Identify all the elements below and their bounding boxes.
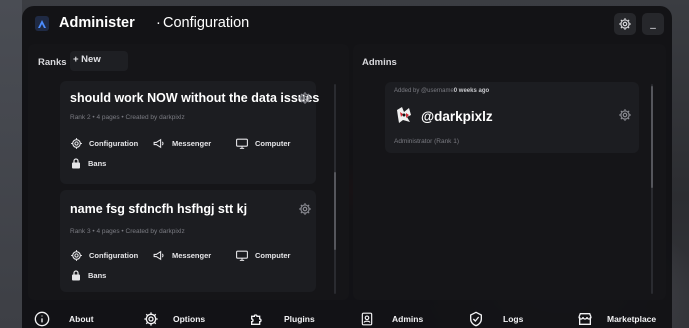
permission-label: Bans <box>88 270 107 280</box>
admin-window: Administer · Configuration _ Ranks + New… <box>22 6 672 328</box>
admin-added-by-user: Added by @username <box>394 88 454 94</box>
ranks-panel: Ranks + New should work NOW without the … <box>28 44 349 300</box>
minimize-label: _ <box>650 15 656 29</box>
admin-added-time: 0 weeks ago <box>453 88 490 94</box>
rank-settings-gear-icon[interactable] <box>298 91 312 105</box>
avatar <box>393 104 415 126</box>
permission-bans: Bans <box>70 267 106 283</box>
admin-added-by: Added by @username0 weeks ago <box>394 88 489 94</box>
permission-messenger: Messenger <box>152 135 211 151</box>
rank-card-title: should work NOW without the data issues <box>70 91 320 105</box>
permission-computer: Computer <box>235 247 290 263</box>
background-left-strip <box>0 0 22 328</box>
rank-card-meta: Rank 2 • 4 pages • Created by darkpixlz <box>70 114 185 121</box>
nav-about[interactable]: About <box>34 308 94 328</box>
lock-icon <box>72 157 80 168</box>
rank-card-meta: Rank 3 • 4 pages • Created by darkpixlz <box>70 228 185 235</box>
permission-bans: Bans <box>70 155 106 171</box>
window-subtitle: Configuration <box>163 15 250 31</box>
permission-label: Computer <box>255 138 291 148</box>
nav-marketplace[interactable]: Marketplace <box>577 308 656 328</box>
admins-scrollbar-thumb[interactable] <box>651 86 653 188</box>
minimize-button[interactable]: _ <box>642 13 664 35</box>
permission-computer: Computer <box>235 135 290 151</box>
gear-icon <box>619 18 631 30</box>
window-title: Administer <box>59 15 135 31</box>
nav-plugins-label: Plugins <box>284 314 315 324</box>
permission-label: Configuration <box>89 138 139 148</box>
monitor-icon <box>236 138 248 149</box>
gear-icon <box>71 137 82 149</box>
title-separator: · <box>156 15 161 31</box>
new-rank-button[interactable]: + New <box>70 51 128 71</box>
permission-messenger: Messenger <box>152 247 211 263</box>
gear-icon <box>71 249 82 261</box>
rank-card[interactable]: should work NOW without the data issues … <box>60 81 320 184</box>
permission-label: Messenger <box>172 250 212 260</box>
settings-button[interactable] <box>614 13 636 35</box>
permission-label: Messenger <box>172 138 212 148</box>
shield-check-icon <box>470 311 482 327</box>
permission-label: Configuration <box>89 250 139 260</box>
rank-card[interactable]: name fsg sfdncfh hsfhgj stt kj Rank 3 • … <box>60 190 316 292</box>
admin-username: @darkpixlz <box>421 109 493 124</box>
admin-icon <box>361 312 373 326</box>
megaphone-icon <box>153 250 164 260</box>
ranks-scrollbar-thumb[interactable] <box>334 172 336 250</box>
megaphone-icon <box>153 138 164 148</box>
nav-plugins[interactable]: Plugins <box>249 308 315 328</box>
permission-label: Bans <box>88 158 107 168</box>
admin-role: Administrator (Rank 1) <box>394 138 460 145</box>
nav-options-label: Options <box>173 314 206 324</box>
admins-label: Admins <box>362 57 397 68</box>
admin-card[interactable]: Added by @username0 weeks ago @darkpixlz… <box>385 82 639 153</box>
nav-options[interactable]: Options <box>143 308 205 328</box>
bottom-nav: About Options Plugins Admins Logs Market… <box>22 304 672 328</box>
app-logo-icon <box>35 16 49 31</box>
gear-icon <box>144 312 158 326</box>
title-bar: Administer · Configuration _ <box>22 6 672 42</box>
nav-admins[interactable]: Admins <box>360 308 423 328</box>
monitor-icon <box>236 250 248 261</box>
puzzle-icon <box>251 314 262 325</box>
rank-card-title: name fsg sfdncfh hsfhgj stt kj <box>70 202 248 216</box>
nav-marketplace-label: Marketplace <box>607 314 657 324</box>
nav-about-label: About <box>69 314 94 324</box>
nav-logs[interactable]: Logs <box>468 308 523 328</box>
admins-panel: Admins Added by @username0 weeks ago @da… <box>353 44 666 300</box>
permission-label: Computer <box>255 250 291 260</box>
lock-icon <box>72 269 80 280</box>
rank-settings-gear-icon[interactable] <box>298 202 312 216</box>
admin-settings-gear-icon[interactable] <box>618 108 632 122</box>
permission-configuration: Configuration <box>70 135 138 151</box>
info-icon <box>34 311 50 327</box>
ranks-label: Ranks <box>38 57 67 68</box>
nav-logs-label: Logs <box>503 314 524 324</box>
store-icon <box>578 313 592 325</box>
nav-admins-label: Admins <box>392 314 424 324</box>
permission-configuration: Configuration <box>70 247 138 263</box>
